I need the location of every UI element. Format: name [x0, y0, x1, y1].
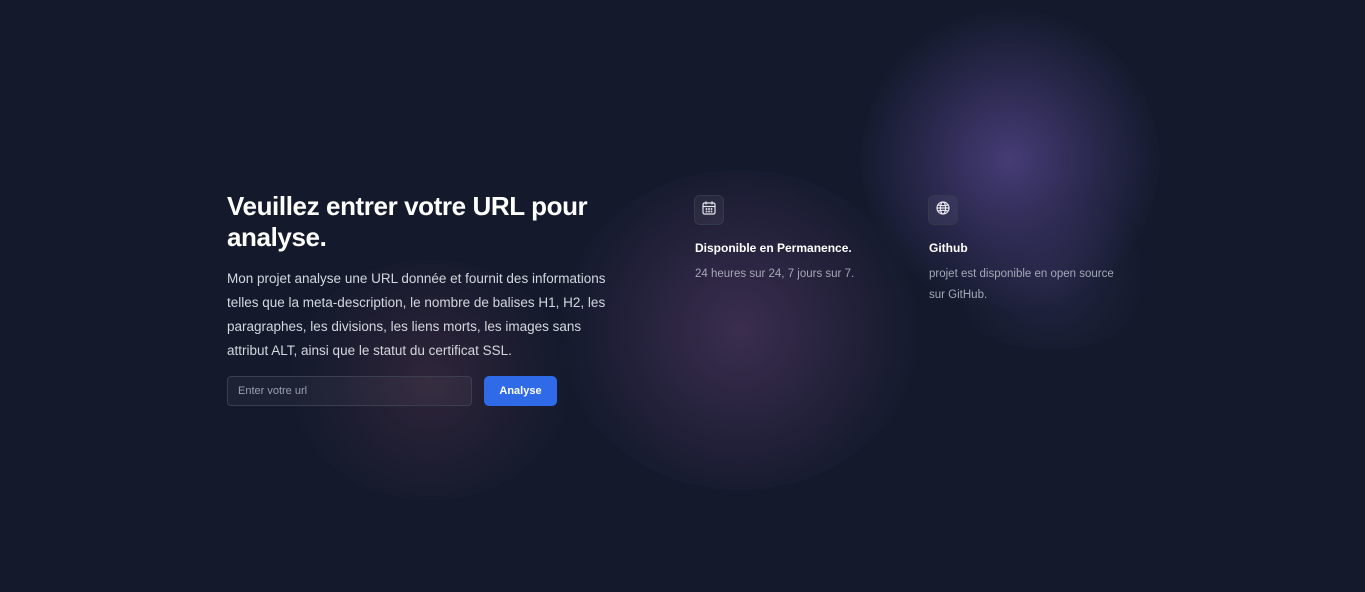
- url-analysis-form: Analyse: [227, 376, 557, 406]
- feature-title: Disponible en Permanence.: [695, 241, 852, 255]
- url-input[interactable]: [227, 376, 472, 406]
- feature-description: projet est disponible en open source sur…: [929, 268, 1114, 301]
- feature-title: Github: [929, 241, 968, 255]
- feature-icon-container: [928, 195, 958, 225]
- feature-availability: Disponible en Permanence. 24 heures sur …: [694, 195, 899, 285]
- feature-github: Github projet est disponible en open sou…: [928, 195, 1133, 306]
- feature-description: 24 heures sur 24, 7 jours sur 7.: [695, 268, 855, 280]
- analyse-button[interactable]: Analyse: [484, 376, 557, 406]
- page-title: Veuillez entrer votre URL pour analyse.: [227, 191, 588, 252]
- feature-icon-container: [694, 195, 724, 225]
- hero-section: Veuillez entrer votre URL pour analyse. …: [227, 191, 627, 363]
- hero-description: Mon projet analyse une URL donnée et fou…: [227, 271, 606, 358]
- calendar-icon: [701, 200, 717, 221]
- globe-icon: [935, 200, 951, 221]
- page-container: Veuillez entrer votre URL pour analyse. …: [0, 0, 1365, 592]
